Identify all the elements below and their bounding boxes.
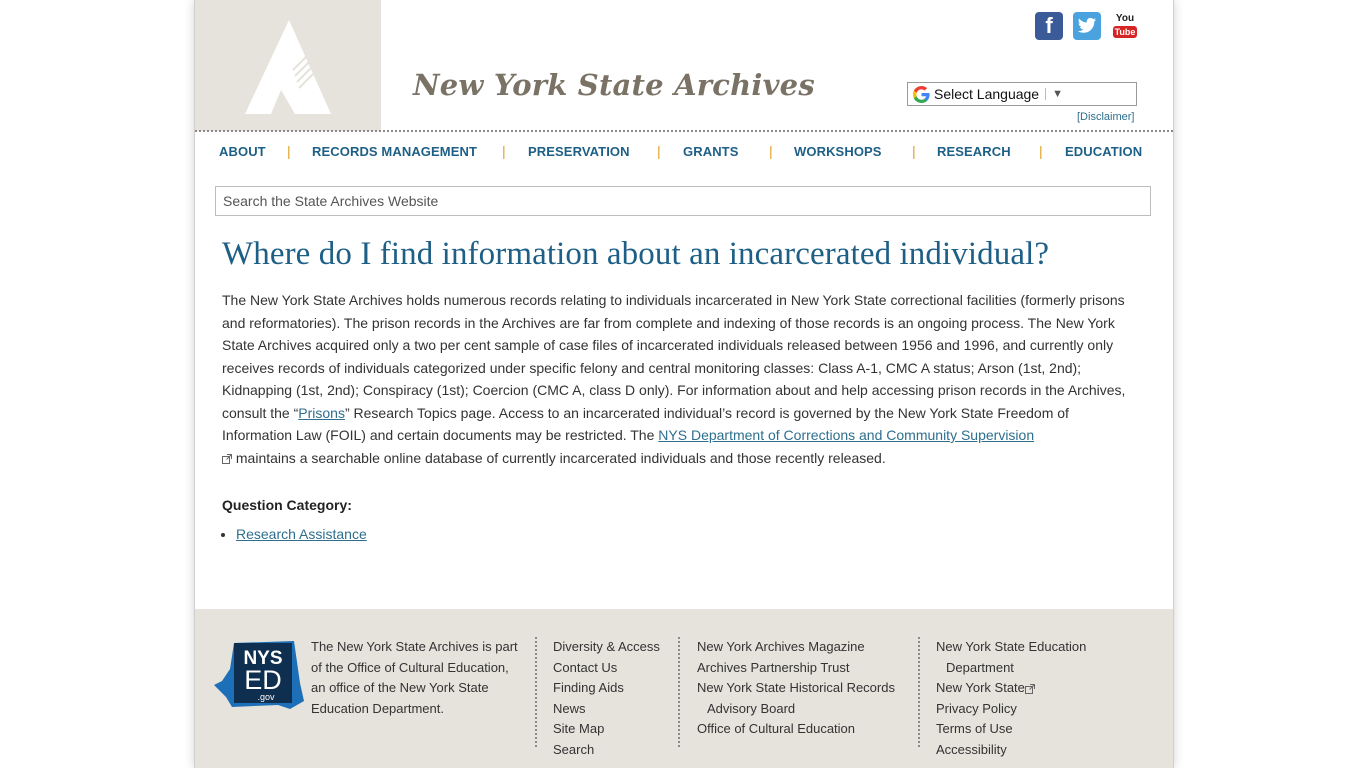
docs-link[interactable]: NYS Department of Corrections and Commun… bbox=[658, 427, 1034, 443]
site-search-input[interactable] bbox=[215, 186, 1151, 216]
youtube-label-top: You bbox=[1115, 13, 1135, 24]
nav-about[interactable]: ABOUT bbox=[219, 144, 266, 159]
footer-link-diversity[interactable]: Diversity & Access bbox=[553, 639, 660, 654]
nav-education[interactable]: EDUCATION bbox=[1065, 144, 1142, 159]
nav-grants[interactable]: GRANTS bbox=[683, 144, 739, 159]
facebook-icon[interactable]: f bbox=[1035, 12, 1063, 40]
question-category-label: Question Category: bbox=[222, 497, 352, 513]
footer-link-nys[interactable]: New York State bbox=[936, 680, 1025, 695]
footer-link-advisory-board-cont[interactable]: Advisory Board bbox=[707, 701, 795, 716]
nav-separator: | bbox=[502, 143, 506, 159]
footer-link-privacy[interactable]: Privacy Policy bbox=[936, 701, 1017, 716]
article-body: The New York State Archives holds numero… bbox=[222, 289, 1142, 469]
twitter-icon[interactable] bbox=[1073, 12, 1101, 40]
nav-research[interactable]: RESEARCH bbox=[937, 144, 1011, 159]
nav-workshops[interactable]: WORKSHOPS bbox=[794, 144, 882, 159]
prisons-link[interactable]: Prisons bbox=[298, 405, 345, 421]
nysed-logo-text-ed: ED bbox=[244, 665, 282, 695]
page-container: New York State Archives f You Tube Selec… bbox=[194, 0, 1174, 768]
page-title: Where do I find information about an inc… bbox=[222, 236, 1050, 272]
nav-records-management[interactable]: RECORDS MANAGEMENT bbox=[312, 144, 477, 159]
external-link-icon bbox=[222, 453, 232, 464]
footer-col-1: Diversity & Access Contact Us Finding Ai… bbox=[553, 637, 660, 760]
footer-link-advisory-board[interactable]: New York State Historical Records bbox=[697, 680, 895, 695]
footer-link-partnership-trust[interactable]: Archives Partnership Trust bbox=[697, 660, 849, 675]
header-dotted-divider bbox=[195, 130, 1173, 132]
footer-divider bbox=[535, 637, 537, 747]
footer-link-finding-aids[interactable]: Finding Aids bbox=[553, 680, 624, 695]
body-text-part3: maintains a searchable online database o… bbox=[232, 449, 886, 466]
footer-link-site-map[interactable]: Site Map bbox=[553, 721, 604, 736]
footer-link-accessibility[interactable]: Accessibility bbox=[936, 742, 1007, 757]
language-select[interactable]: Select Language ▼ bbox=[907, 82, 1137, 106]
footer-link-nysed[interactable]: New York State Education bbox=[936, 639, 1086, 654]
nav-separator: | bbox=[1039, 143, 1043, 159]
footer-divider bbox=[918, 637, 920, 747]
disclaimer-link[interactable]: [Disclaimer] bbox=[1077, 111, 1134, 123]
archives-logo[interactable] bbox=[195, 0, 381, 131]
footer-link-contact[interactable]: Contact Us bbox=[553, 660, 617, 675]
language-select-label: Select Language bbox=[934, 86, 1040, 102]
youtube-label-bottom: Tube bbox=[1112, 26, 1138, 38]
nysed-gov-logo-icon: NYS ED .gov bbox=[214, 641, 304, 709]
footer-link-magazine[interactable]: New York Archives Magazine bbox=[697, 639, 865, 654]
body-text-part1: The New York State Archives holds numero… bbox=[222, 292, 1126, 421]
footer-link-nysed-cont[interactable]: Department bbox=[946, 660, 1014, 675]
nav-separator: | bbox=[287, 143, 291, 159]
dropdown-arrow-icon: ▼ bbox=[1045, 88, 1063, 100]
footer-link-oce[interactable]: Office of Cultural Education bbox=[697, 721, 855, 736]
site-header: New York State Archives f You Tube Selec… bbox=[195, 0, 1173, 132]
footer-about-text: The New York State Archives is part of t… bbox=[311, 639, 518, 716]
research-assistance-link[interactable]: Research Assistance bbox=[236, 526, 367, 542]
archives-a-logo-icon bbox=[245, 20, 331, 114]
nav-separator: | bbox=[769, 143, 773, 159]
nysed-logo-text-gov: .gov bbox=[257, 692, 275, 702]
list-item: Research Assistance bbox=[236, 526, 367, 542]
footer-col-2: New York Archives Magazine Archives Part… bbox=[697, 637, 895, 740]
question-category-list: Research Assistance bbox=[222, 526, 367, 542]
nav-preservation[interactable]: PRESERVATION bbox=[528, 144, 630, 159]
footer-col-3: New York State Education Department New … bbox=[936, 637, 1086, 760]
external-link-icon bbox=[1024, 683, 1035, 694]
nav-separator: | bbox=[912, 143, 916, 159]
youtube-icon[interactable]: You Tube bbox=[1111, 12, 1139, 40]
nysed-logo[interactable]: NYS ED .gov bbox=[212, 639, 306, 711]
nav-separator: | bbox=[657, 143, 661, 159]
google-g-icon bbox=[908, 85, 934, 103]
twitter-bird-icon bbox=[1077, 17, 1097, 33]
footer-link-search[interactable]: Search bbox=[553, 742, 594, 757]
site-footer: NYS ED .gov The New York State Archives … bbox=[195, 609, 1173, 768]
footer-link-news[interactable]: News bbox=[553, 701, 586, 716]
main-nav: ABOUT | RECORDS MANAGEMENT | PRESERVATIO… bbox=[195, 143, 1173, 160]
footer-link-terms[interactable]: Terms of Use bbox=[936, 721, 1013, 736]
site-title[interactable]: New York State Archives bbox=[413, 68, 815, 102]
footer-divider bbox=[678, 637, 680, 747]
